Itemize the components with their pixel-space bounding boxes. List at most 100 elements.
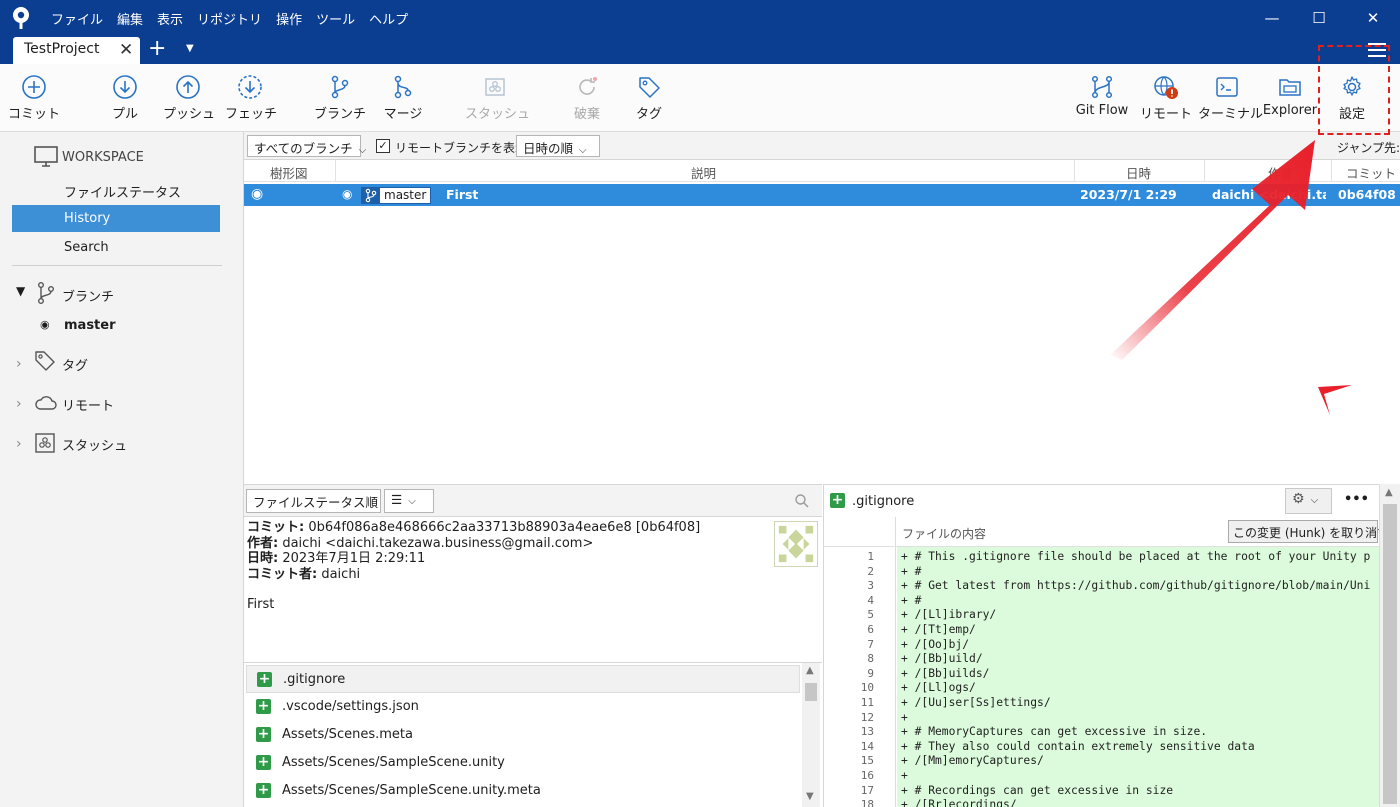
jump-to-label: ジャンプ先: bbox=[1337, 141, 1400, 155]
branch-filter-dropdown[interactable]: すべてのブランチ ⌵ bbox=[247, 135, 366, 157]
gear-icon: ⚙ bbox=[1292, 491, 1305, 507]
stash-icon bbox=[485, 78, 505, 96]
more-options-button[interactable]: ••• bbox=[1344, 492, 1369, 507]
diff-options-dropdown[interactable]: ⚙ ⌵ bbox=[1285, 488, 1332, 514]
commit-label: コミット bbox=[8, 107, 61, 122]
sidebar-section-stashes[interactable]: スタッシュ bbox=[62, 435, 127, 454]
sort-order-dropdown[interactable]: 日時の順 ⌵ bbox=[516, 135, 600, 157]
commit-message: First bbox=[446, 187, 479, 202]
diff-line: + /[Uu]ser[Ss]ettings/ bbox=[901, 696, 1051, 709]
view-mode-dropdown[interactable]: ☰ ⌵ bbox=[384, 489, 434, 513]
list-item[interactable]: + Assets/Scenes/SampleScene.unity.meta bbox=[246, 777, 800, 805]
branch-label-pill: master bbox=[361, 187, 432, 204]
list-item[interactable]: + .vscode/settings.json bbox=[246, 693, 800, 721]
column-date[interactable]: 日時 bbox=[1126, 163, 1151, 182]
discard-button[interactable]: 破棄 bbox=[562, 64, 612, 132]
scrollbar-thumb[interactable] bbox=[805, 683, 817, 701]
menu-actions[interactable]: 操作 bbox=[275, 9, 303, 28]
column-graph[interactable]: 樹形図 bbox=[270, 163, 308, 182]
diff-file-name: .gitignore bbox=[852, 494, 915, 509]
branch-button[interactable]: ブランチ bbox=[314, 64, 366, 132]
maximize-button[interactable]: ☐ bbox=[1307, 6, 1331, 30]
line-number: 12 bbox=[860, 710, 874, 724]
stashes-expand-chevron-icon[interactable]: › bbox=[16, 436, 22, 452]
explorer-button[interactable]: Explorer bbox=[1262, 64, 1318, 132]
column-description[interactable]: 説明 bbox=[691, 163, 716, 182]
line-number: 9 bbox=[867, 666, 874, 680]
sidebar-item-history[interactable] bbox=[12, 205, 220, 232]
current-branch-dot-icon: ◉ bbox=[40, 318, 50, 331]
file-added-icon: + bbox=[257, 671, 272, 687]
author-value: daichi <daichi.takezawa.business@gmail.c… bbox=[282, 536, 594, 551]
stash-button[interactable]: スタッシュ bbox=[465, 64, 530, 132]
remote-button[interactable]: リモート bbox=[1140, 64, 1192, 132]
search-icon[interactable] bbox=[794, 493, 810, 509]
remote-globe-icon bbox=[1154, 76, 1178, 99]
tags-expand-chevron-icon[interactable]: › bbox=[16, 356, 22, 372]
tab-testproject[interactable]: TestProject ✕ bbox=[13, 37, 140, 64]
fetch-label: フェッチ bbox=[225, 107, 278, 122]
sidebar-branch-master[interactable]: master bbox=[64, 318, 116, 333]
sidebar-item-file-status[interactable]: ファイルステータス bbox=[64, 182, 181, 201]
scroll-up-icon[interactable]: ▲ bbox=[806, 665, 814, 676]
branches-expand-chevron-icon[interactable]: ▼ bbox=[16, 284, 25, 298]
settings-highlight-box bbox=[1318, 45, 1390, 135]
column-author[interactable]: 作者 bbox=[1268, 163, 1293, 182]
branch-icon bbox=[38, 282, 54, 305]
scroll-up-icon[interactable]: ▲ bbox=[1385, 487, 1393, 498]
menu-tools[interactable]: ツール bbox=[315, 9, 356, 28]
discard-label: 破棄 bbox=[573, 107, 600, 122]
file-sort-dropdown[interactable]: ファイルステータス順⌵ bbox=[246, 489, 392, 513]
tab-menu-chevron-icon[interactable]: ▼ bbox=[186, 43, 194, 54]
changed-files-list: + .gitignore + .vscode/settings.json + A… bbox=[244, 662, 822, 807]
column-divider bbox=[335, 160, 336, 182]
sidebar-item-search[interactable]: Search bbox=[64, 240, 109, 255]
list-item[interactable]: + .gitignore bbox=[246, 665, 800, 693]
column-divider bbox=[1204, 160, 1205, 182]
pull-button[interactable]: プル bbox=[100, 64, 150, 132]
commit-button[interactable]: コミット bbox=[8, 64, 60, 132]
commit-id-value: 0b64f086a8e468666c2aa33713b88903a4eae6e8… bbox=[308, 520, 701, 535]
remotes-expand-chevron-icon[interactable]: › bbox=[16, 396, 22, 412]
fetch-button[interactable]: フェッチ bbox=[225, 64, 278, 132]
menu-edit[interactable]: 編集 bbox=[116, 9, 144, 28]
menu-view[interactable]: 表示 bbox=[156, 9, 184, 28]
sidebar-section-tags[interactable]: タグ bbox=[62, 355, 88, 374]
list-item[interactable]: + Assets/Scenes/SampleScene.unity bbox=[246, 749, 800, 777]
tag-button[interactable]: タグ bbox=[624, 64, 674, 132]
main-toolbar: コミット プル プッシュ フェッチ ブランチ マージ スタッシュ 破棄 タグ G… bbox=[0, 64, 1400, 132]
gitflow-button[interactable]: Git Flow bbox=[1073, 64, 1131, 132]
minimize-button[interactable]: — bbox=[1260, 6, 1284, 30]
column-commit[interactable]: コミット bbox=[1346, 163, 1396, 182]
show-remote-checkbox[interactable]: ✓ bbox=[376, 139, 390, 153]
merge-label: マージ bbox=[383, 107, 423, 122]
pull-arrow-down-icon bbox=[113, 75, 137, 99]
add-tab-button[interactable]: + bbox=[148, 38, 166, 60]
tab-label: TestProject bbox=[24, 41, 100, 57]
menu-repository[interactable]: リポジトリ bbox=[196, 9, 263, 28]
scroll-down-icon[interactable]: ▼ bbox=[806, 791, 814, 802]
push-button[interactable]: プッシュ bbox=[163, 64, 215, 132]
column-divider bbox=[1074, 160, 1075, 182]
menu-help[interactable]: ヘルプ bbox=[368, 9, 409, 28]
branch-label: ブランチ bbox=[314, 107, 367, 122]
menu-file[interactable]: ファイル bbox=[50, 9, 104, 28]
committer-value: daichi bbox=[321, 567, 361, 582]
commit-row[interactable]: ◉ ◉ master First 2023/7/1 2:29 daichi <d… bbox=[244, 184, 1400, 206]
file-list-scrollbar[interactable]: ▲ ▼ bbox=[802, 663, 820, 807]
sidebar-section-remotes[interactable]: リモート bbox=[62, 395, 114, 414]
sidebar-section-branches[interactable]: ブランチ bbox=[62, 286, 114, 305]
committer-line: コミット者: daichi bbox=[247, 567, 360, 583]
close-window-button[interactable]: ✕ bbox=[1361, 6, 1385, 30]
tab-close-icon[interactable]: ✕ bbox=[119, 40, 133, 60]
line-number: 17 bbox=[860, 783, 874, 797]
diff-scrollbar[interactable]: ▲ bbox=[1379, 484, 1400, 807]
list-item[interactable]: + Assets/Scenes.meta bbox=[246, 721, 800, 749]
revert-hunk-button[interactable]: この変更 (Hunk) を取り消す bbox=[1228, 520, 1389, 543]
branch-label-text: master bbox=[384, 188, 427, 202]
scrollbar-thumb[interactable] bbox=[1383, 504, 1397, 804]
file-added-icon: + bbox=[256, 698, 271, 714]
merge-button[interactable]: マージ bbox=[378, 64, 428, 132]
line-number: 5 bbox=[867, 608, 874, 622]
terminal-button[interactable]: ターミナル bbox=[1198, 64, 1263, 132]
